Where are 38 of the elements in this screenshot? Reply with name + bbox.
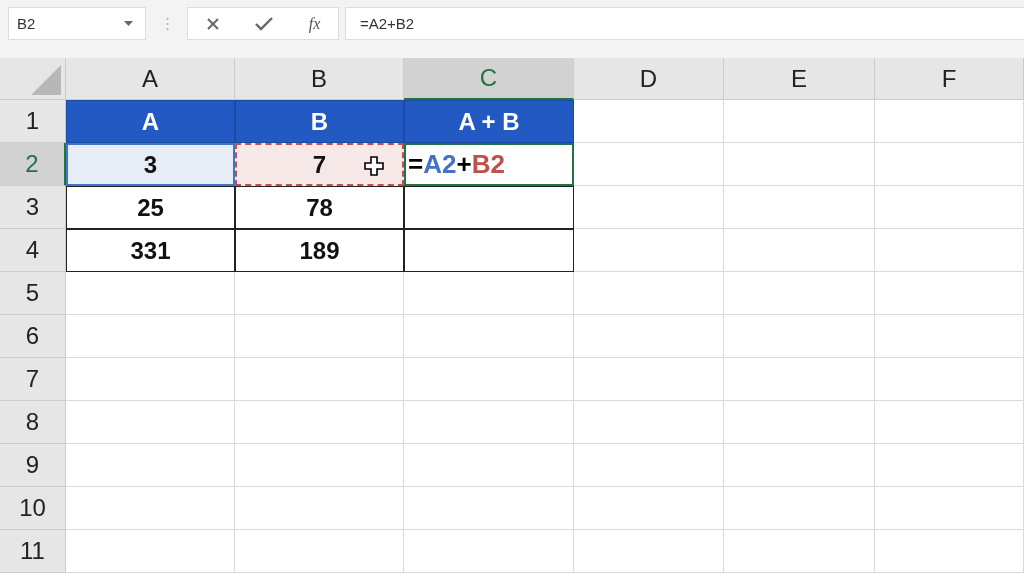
- table-cell: 189: [235, 229, 404, 272]
- table-cell: 331: [66, 229, 235, 272]
- row-header[interactable]: 4: [0, 229, 66, 272]
- column-header[interactable]: B: [235, 58, 404, 100]
- select-all-icon[interactable]: [31, 65, 61, 95]
- row-header[interactable]: 5: [0, 272, 66, 315]
- column-header[interactable]: F: [875, 58, 1024, 100]
- column-header[interactable]: C: [404, 58, 574, 100]
- row-header[interactable]: 3: [0, 186, 66, 229]
- row-header[interactable]: 6: [0, 315, 66, 358]
- table-cell: 7: [235, 143, 404, 186]
- table-cell: 78: [235, 186, 404, 229]
- formula-cell[interactable]: =A2+B2: [404, 143, 574, 186]
- row-header[interactable]: 8: [0, 401, 66, 444]
- row-header[interactable]: 10: [0, 487, 66, 530]
- table-header-cell: A: [66, 100, 235, 143]
- row-header[interactable]: 1: [0, 100, 66, 143]
- row-header[interactable]: 11: [0, 530, 66, 573]
- row-header[interactable]: 7: [0, 358, 66, 401]
- row-header[interactable]: 9: [0, 444, 66, 487]
- insert-function-button[interactable]: fx: [302, 10, 327, 37]
- dropdown-caret-icon: [124, 21, 133, 26]
- table-header-cell: A + B: [404, 100, 574, 143]
- table-cell: 3: [66, 143, 235, 186]
- table-cell: 25: [66, 186, 235, 229]
- row-header[interactable]: 2: [0, 143, 66, 186]
- checkmark-icon: [255, 16, 274, 31]
- empty-cell[interactable]: [404, 186, 574, 229]
- column-header[interactable]: A: [66, 58, 235, 100]
- cross-cursor-icon: [364, 156, 384, 176]
- table-header-cell: B: [235, 100, 404, 143]
- grip-icon: [166, 17, 169, 31]
- formula-field[interactable]: =A2+B2: [345, 7, 1024, 40]
- column-header[interactable]: E: [724, 58, 875, 100]
- empty-cell[interactable]: [404, 229, 574, 272]
- column-header[interactable]: D: [574, 58, 724, 100]
- name-box[interactable]: B2: [8, 7, 146, 40]
- close-icon: [205, 16, 220, 31]
